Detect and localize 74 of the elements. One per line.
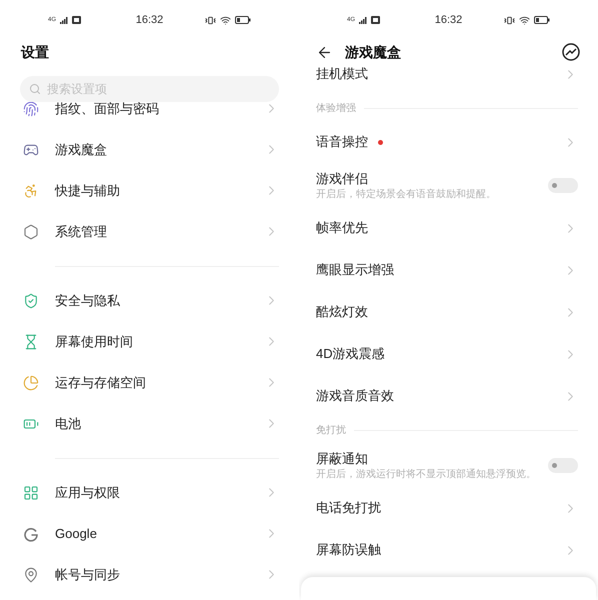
item-label: 屏蔽通知: [316, 450, 368, 468]
hd-icon: [371, 16, 380, 24]
settings-item[interactable]: 应用与权限: [0, 472, 299, 513]
item-label: Google: [55, 524, 98, 543]
settings-item[interactable]: 屏幕防误触: [299, 529, 598, 571]
toggle-row[interactable]: 游戏伴侣 开启后，特定场景会有语音鼓励和提醒。: [299, 163, 598, 207]
settings-item[interactable]: 帧率优先: [299, 207, 598, 249]
accessibility-icon: [23, 182, 39, 198]
item-label: 帧率优先: [316, 219, 368, 238]
item-label: 鹰眼显示增强: [316, 261, 394, 280]
search-icon: [29, 83, 41, 95]
settings-item[interactable]: 游戏音质音效: [299, 375, 598, 417]
hexagon-icon: [23, 224, 39, 240]
hd-icon: [72, 16, 82, 24]
page-title: 设置: [20, 43, 50, 62]
settings-item[interactable]: 语音操控: [299, 121, 598, 163]
settings-item[interactable]: 系统管理: [0, 211, 299, 252]
signal-icon: [359, 16, 368, 24]
section-header: 体验增强: [316, 102, 356, 116]
settings-item[interactable]: Google: [0, 513, 299, 554]
wifi-icon: [220, 14, 231, 26]
battery-icon: [534, 16, 550, 24]
item-label: 挂机模式: [316, 65, 368, 84]
g-letter-icon: [23, 526, 39, 542]
item-description: 开启后，游戏运行时将不显示顶部通知悬浮预览。: [316, 468, 536, 480]
settings-item[interactable]: 电池: [0, 403, 299, 444]
settings-item[interactable]: 安全与隐私: [0, 280, 299, 321]
status-time: 16:32: [136, 12, 164, 28]
location-pin-icon: [23, 566, 39, 582]
settings-item[interactable]: 屏幕使用时间: [0, 321, 299, 362]
section-header: 免打扰: [316, 424, 346, 438]
hourglass-icon: [23, 334, 39, 350]
item-label: 电话免打扰: [316, 499, 381, 518]
item-description: 开启后，特定场景会有语音鼓励和提醒。: [316, 188, 496, 200]
toggle-switch[interactable]: [548, 458, 578, 472]
settings-item[interactable]: 游戏魔盒: [0, 129, 299, 170]
item-label: 游戏伴侣: [316, 170, 368, 188]
item-label: 应用与权限: [55, 484, 121, 502]
pie-chart-icon: [23, 374, 39, 390]
item-label: 屏幕防误触: [316, 541, 381, 560]
vibrate-icon: [504, 14, 515, 26]
item-label: 游戏魔盒: [55, 140, 108, 159]
item-label: 4D游戏震感: [316, 345, 385, 364]
settings-item[interactable]: 酷炫灯效: [299, 291, 598, 333]
settings-item[interactable]: 挂机模式: [299, 64, 598, 95]
item-label: 快捷与辅助: [55, 182, 121, 200]
item-label: 酷炫灯效: [316, 303, 368, 322]
settings-item[interactable]: 运存与存储空间: [0, 362, 299, 403]
settings-item[interactable]: 电话免打扰: [299, 487, 598, 529]
item-label: 安全与隐私: [55, 292, 121, 310]
fingerprint-icon: [23, 102, 39, 116]
vibrate-icon: [205, 14, 216, 26]
item-label: 语音操控: [316, 133, 368, 152]
settings-item[interactable]: 4D游戏震感: [299, 333, 598, 375]
wifi-icon: [519, 14, 530, 26]
signal-icon: [60, 16, 68, 24]
item-label: 帐号与同步: [55, 566, 121, 584]
toggle-row[interactable]: 屏蔽通知 开启后，游戏运行时将不显示顶部通知悬浮预览。: [299, 443, 598, 487]
item-label: 系统管理: [55, 222, 108, 241]
settings-item[interactable]: 鹰眼显示增强: [299, 249, 598, 291]
item-label: 游戏音质音效: [316, 387, 394, 406]
settings-item[interactable]: 指纹、面部与密码: [0, 102, 299, 129]
item-label: 电池: [55, 414, 82, 433]
settings-item[interactable]: 帐号与同步: [0, 554, 299, 595]
status-time: 16:32: [434, 12, 462, 28]
toggle-switch[interactable]: [548, 178, 578, 192]
settings-item[interactable]: 快捷与辅助: [0, 170, 299, 211]
grid-icon: [23, 484, 39, 500]
item-label: 屏幕使用时间: [55, 332, 134, 351]
item-label: 运存与存储空间: [55, 374, 147, 392]
battery-icon: [235, 16, 251, 24]
shield-check-icon: [23, 292, 39, 308]
page-title: 游戏魔盒: [345, 42, 402, 62]
item-label: 指纹、面部与密码: [55, 102, 160, 118]
